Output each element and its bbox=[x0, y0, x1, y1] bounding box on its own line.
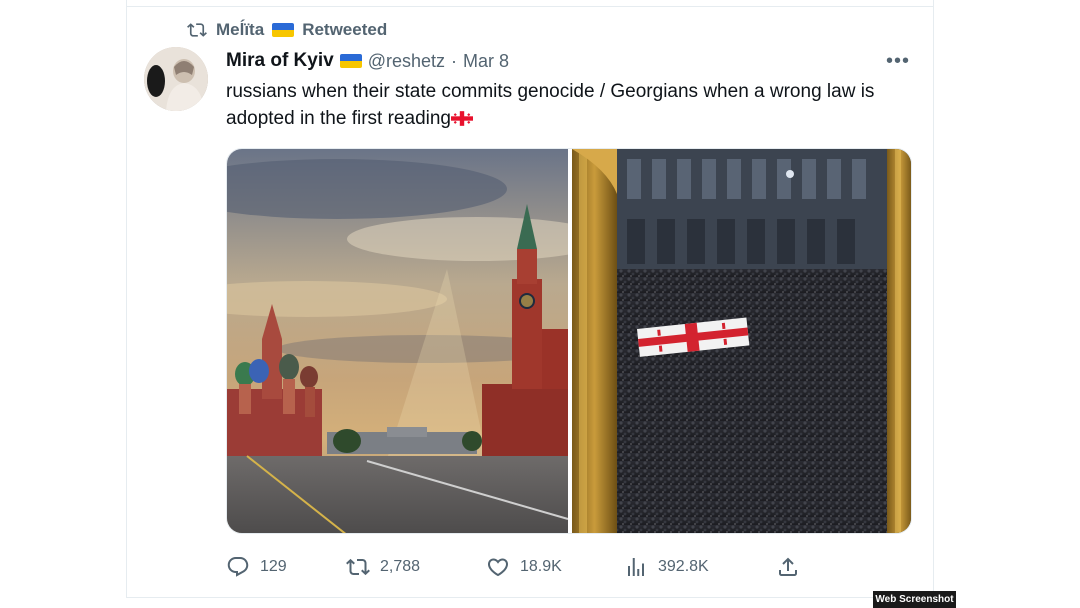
views-chart-icon bbox=[628, 558, 644, 576]
tweet-actions: 129 2,788 18.9K 392.8K bbox=[226, 552, 826, 582]
heart-icon bbox=[487, 558, 509, 577]
bottom-divider bbox=[126, 597, 934, 598]
like-count: 18.9K bbox=[520, 558, 562, 575]
ukraine-flag-icon bbox=[339, 54, 362, 68]
retweet-icon bbox=[187, 23, 207, 37]
retweet-icon bbox=[346, 558, 370, 576]
protest-crowd-image bbox=[572, 149, 911, 533]
retweet-button[interactable]: 2,788 bbox=[346, 552, 420, 582]
reply-count: 129 bbox=[260, 558, 287, 575]
tweet-text: russians when their state commits genoci… bbox=[226, 78, 906, 132]
views-button[interactable]: 392.8K bbox=[624, 552, 709, 582]
reply-icon bbox=[227, 557, 249, 577]
tweet-media[interactable] bbox=[226, 148, 912, 534]
reply-button[interactable]: 129 bbox=[226, 552, 287, 582]
like-button[interactable]: 18.9K bbox=[486, 552, 562, 582]
retweeter-name[interactable]: Meĺïta bbox=[216, 20, 264, 40]
author-name[interactable]: Mira of Kyiv bbox=[226, 50, 334, 72]
watermark-label: Web Screenshot bbox=[873, 591, 956, 608]
avatar[interactable] bbox=[144, 47, 208, 111]
dot-separator: · bbox=[451, 50, 458, 71]
tweet-date[interactable]: Mar 8 bbox=[463, 51, 509, 72]
tweet-body: russians when their state commits genoci… bbox=[226, 81, 875, 129]
tweet-header: Mira of Kyiv @reshetz · Mar 8 bbox=[226, 48, 509, 74]
retweet-count: 2,788 bbox=[380, 558, 421, 575]
share-icon bbox=[779, 557, 797, 576]
views-count: 392.8K bbox=[658, 558, 709, 575]
georgia-flag-icon bbox=[451, 111, 473, 126]
red-square-image bbox=[227, 149, 607, 533]
share-button[interactable] bbox=[776, 552, 800, 582]
author-handle[interactable]: @reshetz bbox=[368, 51, 445, 72]
retweeted-label: Retweeted bbox=[302, 20, 388, 39]
more-options-icon[interactable]: ••• bbox=[886, 50, 910, 73]
retweet-context[interactable]: Meĺïta Retweeted bbox=[186, 18, 387, 42]
ukraine-flag-icon bbox=[272, 23, 295, 37]
